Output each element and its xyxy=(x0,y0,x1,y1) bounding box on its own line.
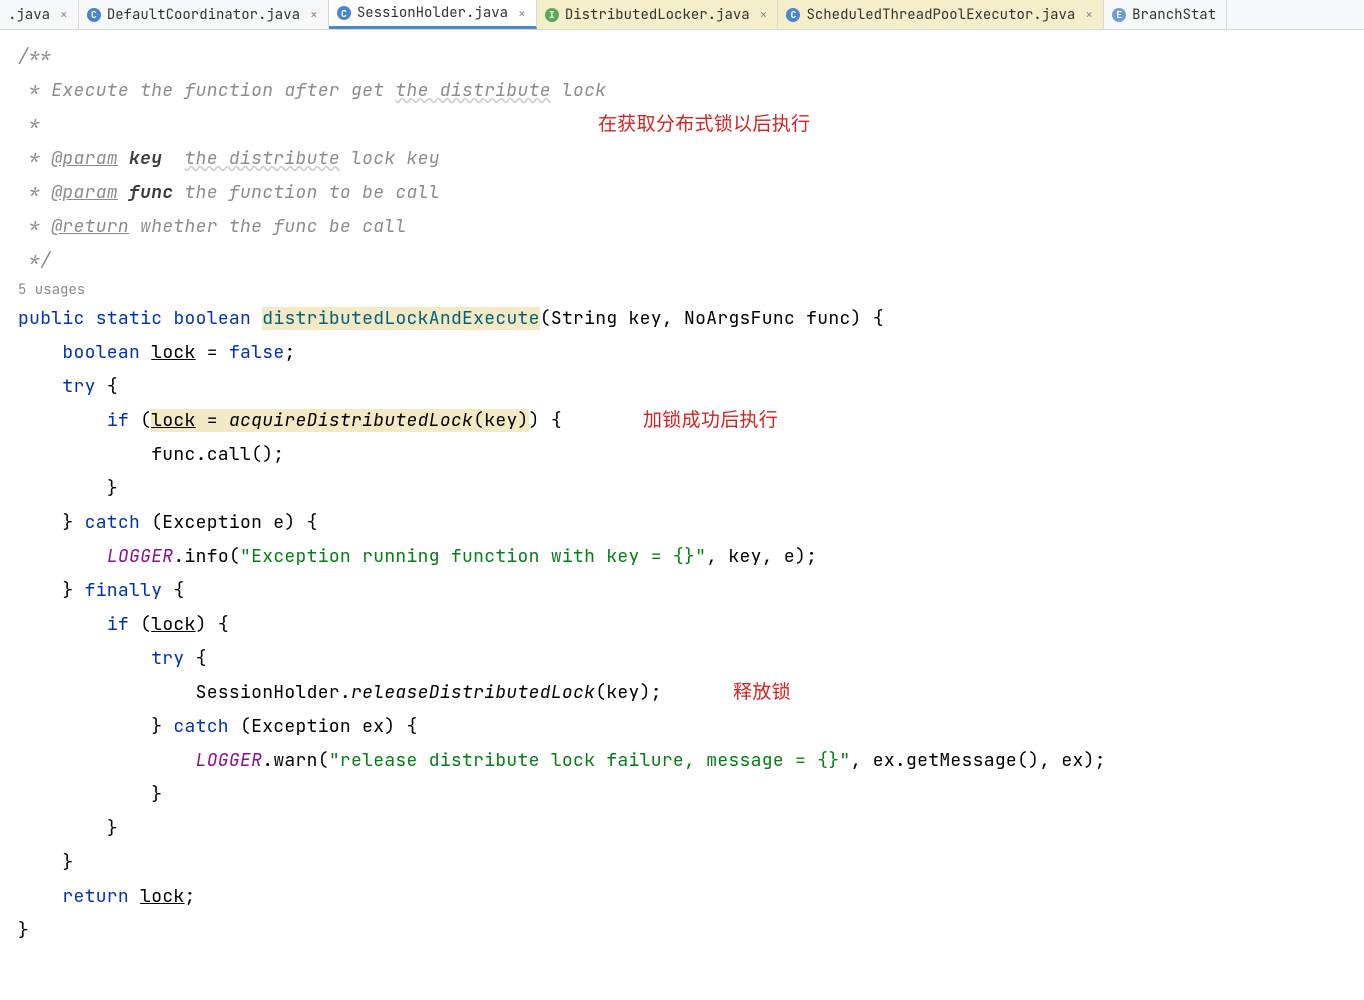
tab-label: BranchStat xyxy=(1132,6,1216,24)
comment: /** xyxy=(18,45,51,68)
comment: * Execute the function after get the dis… xyxy=(18,79,606,102)
enum-icon: E xyxy=(1112,8,1126,22)
javadoc-param: * @param func the function to be call xyxy=(18,181,440,204)
close-icon[interactable]: × xyxy=(518,5,526,22)
annotation-comment-3: 释放锁 xyxy=(733,676,791,710)
code-line: } xyxy=(18,778,1364,812)
interface-icon: I xyxy=(545,8,559,22)
code-line: LOGGER.info("Exception running function … xyxy=(18,540,1364,574)
tab-distributed-locker[interactable]: I DistributedLocker.java × xyxy=(537,0,779,29)
code-editor[interactable]: /** * Execute the function after get the… xyxy=(0,30,1364,968)
code-line: boolean lock = false; xyxy=(18,336,1364,370)
editor-tabs: .java × C DefaultCoordinator.java × C Se… xyxy=(0,0,1364,30)
close-icon[interactable]: × xyxy=(60,6,68,23)
close-icon[interactable]: × xyxy=(760,6,768,23)
class-icon: C xyxy=(337,6,351,20)
close-icon[interactable]: × xyxy=(310,6,318,23)
code-line: } xyxy=(18,846,1364,880)
code-line: func.call(); xyxy=(18,438,1364,472)
comment: */ xyxy=(18,249,51,272)
code-line: } xyxy=(18,472,1364,506)
code-line: } xyxy=(18,812,1364,846)
close-icon[interactable]: × xyxy=(1085,6,1093,23)
annotation-comment-2: 加锁成功后执行 xyxy=(643,404,778,438)
tab-java[interactable]: .java × xyxy=(0,0,79,29)
code-line: return lock; xyxy=(18,880,1364,914)
javadoc-param: * @param key the distribute lock key xyxy=(18,147,440,170)
code-line: if (lock = acquireDistributedLock(key)) … xyxy=(18,404,1364,438)
code-line: } catch (Exception e) { xyxy=(18,506,1364,540)
code-line: } catch (Exception ex) { xyxy=(18,710,1364,744)
class-icon: C xyxy=(87,8,101,22)
usages-hint[interactable]: 5 usages xyxy=(18,278,1364,302)
tab-label: DefaultCoordinator.java xyxy=(107,6,300,24)
code-line: } finally { xyxy=(18,574,1364,608)
tab-label: .java xyxy=(8,6,50,24)
code-line: try { xyxy=(18,370,1364,404)
tab-default-coordinator[interactable]: C DefaultCoordinator.java × xyxy=(79,0,329,29)
tab-scheduled-thread-pool[interactable]: C ScheduledThreadPoolExecutor.java × xyxy=(778,0,1104,29)
tab-label: DistributedLocker.java xyxy=(565,6,750,24)
class-icon: C xyxy=(786,8,800,22)
tab-label: ScheduledThreadPoolExecutor.java xyxy=(806,6,1075,24)
javadoc-return: * @return whether the func be call xyxy=(18,215,407,238)
tab-label: SessionHolder.java xyxy=(357,4,508,22)
tab-branch-stat[interactable]: E BranchStat xyxy=(1104,0,1227,29)
code-line: public static boolean distributedLockAnd… xyxy=(18,302,1364,336)
code-line: LOGGER.warn("release distribute lock fai… xyxy=(18,744,1364,778)
code-line: } xyxy=(18,914,1364,948)
comment: * xyxy=(18,113,40,136)
code-line: try { xyxy=(18,642,1364,676)
annotation-comment-1: 在获取分布式锁以后执行 xyxy=(598,108,810,142)
code-line: if (lock) { xyxy=(18,608,1364,642)
tab-session-holder[interactable]: C SessionHolder.java × xyxy=(329,0,537,29)
code-line: SessionHolder.releaseDistributedLock(key… xyxy=(18,676,1364,710)
